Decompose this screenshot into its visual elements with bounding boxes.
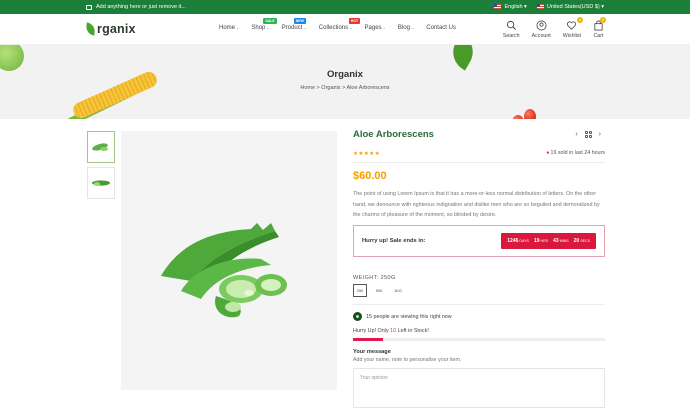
header-icons: Search Account Wishlist 0 Cart 0 [503,17,606,39]
flag-icon [494,4,502,10]
product-description: The point of using Lorem Ipsum is that i… [353,191,600,218]
nav-shop[interactable]: SALE Shop⌄ [251,18,277,31]
user-icon [536,20,547,31]
breadcrumb-collection[interactable]: Organix [321,85,340,91]
nav-collections[interactable]: HOT Collections⌄ [319,18,361,31]
lettuce-image [0,45,24,71]
cart-icon [86,4,92,10]
cart-button[interactable]: Cart 0 [593,17,606,39]
grid-icon[interactable] [584,131,592,138]
logo-text: rganix [97,22,136,36]
new-badge: NEW [293,18,306,24]
thumbnail-2[interactable] [87,167,115,199]
account-button[interactable]: Account [532,20,551,39]
divider [353,304,605,305]
search-icon [506,20,516,30]
message-label: Your message [353,349,391,355]
breadcrumb-home[interactable]: Home [300,85,315,91]
page-title: Organix [327,69,363,80]
product-nav: ‹ › [575,131,601,138]
nav-contact[interactable]: Contact Us [426,25,456,31]
nav-pages[interactable]: Pages⌄ [365,25,386,31]
search-button[interactable]: Search [503,20,520,39]
countdown-timer: 1246DAYS 19HRS 43MINS 20SECS [501,233,596,249]
opinion-textarea[interactable]: Your opinion [353,368,605,408]
page-banner: Organix Home > Organix > Aloe Arborescen… [0,45,690,119]
flag-icon [536,4,544,10]
wishlist-button[interactable]: Wishlist 0 [563,17,583,39]
weight-label: WEIGHT: 250G [353,275,396,281]
product-info: Aloe Arborescens ‹ › ★★★★★ ●19 sold in l… [353,129,605,408]
breadcrumb-current: Aloe Arborescens [346,85,390,91]
cart-count: 0 [600,17,606,23]
aloe-image [161,223,287,318]
rating-stars: ★★★★★ [353,151,381,157]
viewing-count: 15 people are viewing this right now [353,312,452,321]
nav-home[interactable]: Home⌄ [219,25,239,31]
site-header: rganix Home⌄ SALE Shop⌄ NEW Product⌄ HOT Co… [0,14,690,45]
hurry-label: Hurry up! Sale ends in: [362,238,426,244]
next-product-icon[interactable]: › [599,131,601,138]
heart-icon [567,21,577,30]
nav-blog[interactable]: Blog⌄ [398,25,414,31]
prev-product-icon[interactable]: ‹ [575,131,577,138]
top-bar: Add anything here or just remove it... E… [0,0,690,14]
thumbnail-list [87,131,115,203]
leaf-logo-icon [85,22,96,36]
announcement-text: Add anything here or just remove it... [96,4,186,10]
stock-progress-fill [353,338,384,341]
tomato-image [512,115,524,119]
logo[interactable]: rganix [85,22,218,36]
hot-badge: HOT [348,18,361,24]
breadcrumb: Home > Organix > Aloe Arborescens [300,85,390,91]
sale-badge: SALE [263,18,277,24]
aloe-thumb-icon [92,143,108,151]
weight-option-250[interactable]: 250 [353,284,367,297]
herb-image [445,45,481,71]
eye-icon [353,312,362,321]
weight-option-500[interactable]: 500 [372,284,386,297]
main-nav: Home⌄ SALE Shop⌄ NEW Product⌄ HOT Collectio… [219,18,456,31]
product-price: $60.00 [353,170,387,182]
stock-progress-bar [353,338,605,341]
aloe-thumb-icon [92,180,110,186]
fire-icon: ● [546,150,550,156]
sold-count: ●19 sold in last 24 hours [546,150,605,156]
language-select[interactable]: English ▾ [494,4,527,10]
product-title: Aloe Arborescens [353,129,434,140]
weight-option-1kg[interactable]: 1KG [391,284,405,297]
wishlist-count: 0 [577,17,583,23]
tomato-image [524,109,536,119]
weight-options: 250 500 1KG [353,284,405,297]
thumbnail-1[interactable] [87,131,115,163]
divider [353,162,605,163]
product-main-image[interactable] [121,131,337,390]
nav-product[interactable]: NEW Product⌄ [282,18,307,31]
sale-countdown-box: Hurry up! Sale ends in: 1246DAYS 19HRS 4… [353,225,605,257]
currency-select[interactable]: United States(USD $) ▾ [536,4,604,10]
message-hint: Add your name, note to personalise your … [353,357,462,363]
stock-text: Hurry Up! Only 10 Left in Stock! [353,328,429,334]
